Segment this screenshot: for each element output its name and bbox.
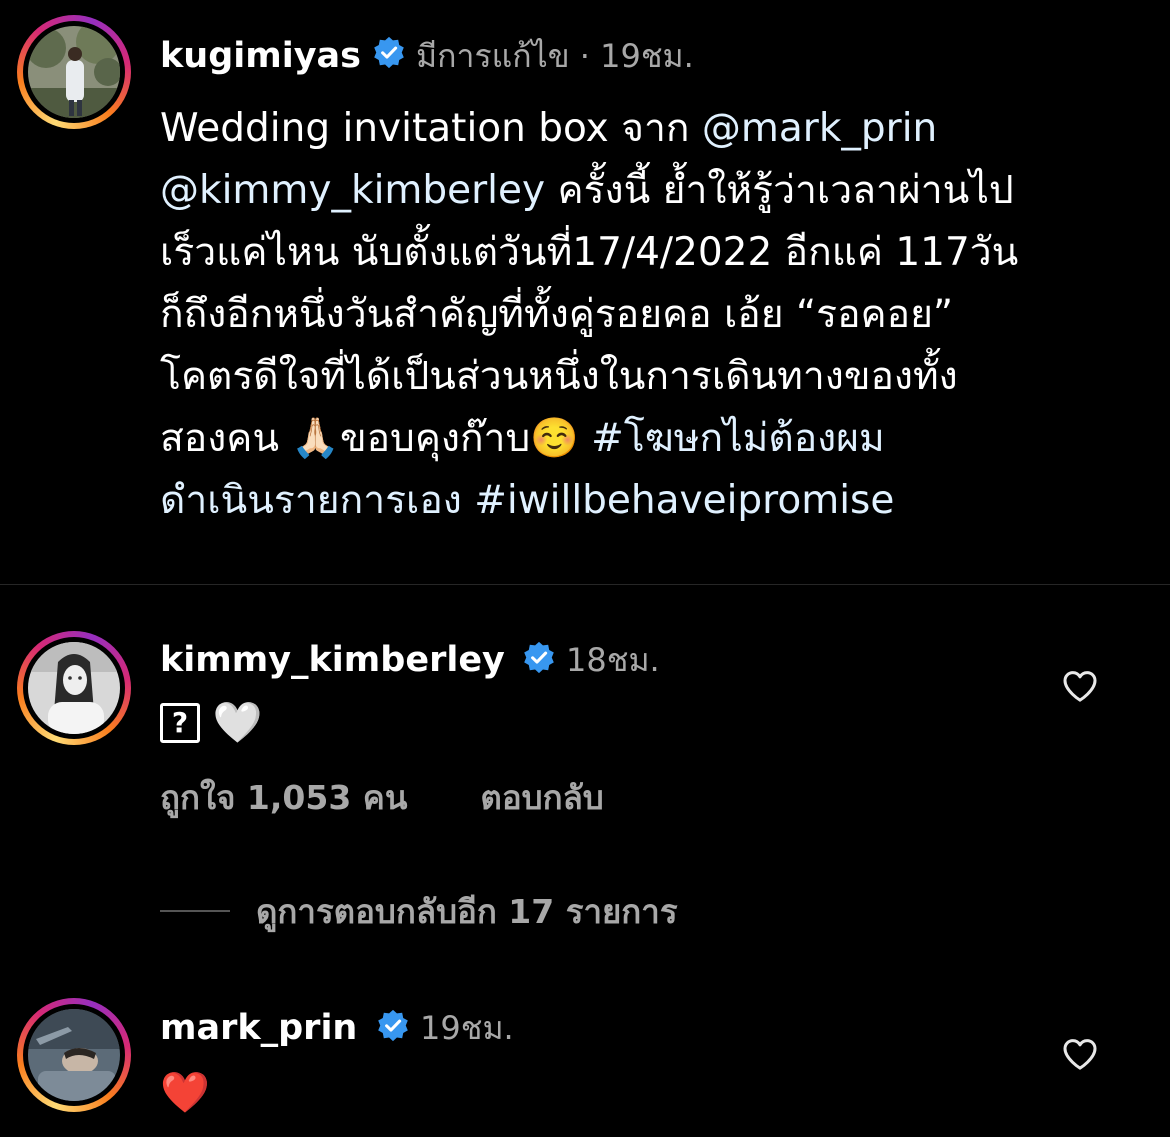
caption-text: ครั้งนี้ ย้ำให้รู้ว่าเวลาผ่านไป bbox=[545, 168, 1014, 213]
comment-text: ❤️ bbox=[160, 1064, 210, 1120]
hashtag-link[interactable]: #โฆษกไม่ต้องผม bbox=[591, 416, 885, 461]
hashtag-link[interactable]: ดำเนินรายการเอง bbox=[160, 478, 474, 523]
caption-text: สองคน 🙏🏻ขอบคุงก๊าบ☺️ bbox=[160, 416, 592, 461]
caption-text: ก็ถึงอีกหนึ่งวันสำคัญที่ทั้งคู่รอยคอ เอ้… bbox=[160, 292, 954, 337]
commenter-avatar-photo bbox=[28, 642, 120, 734]
meta-separator: · bbox=[579, 37, 590, 75]
commenter-avatar[interactable] bbox=[17, 998, 131, 1112]
verified-badge-icon bbox=[378, 1009, 408, 1042]
view-replies-label: ดูการตอบกลับอีก 17 รายการ bbox=[256, 891, 678, 931]
likes-count[interactable]: ถูกใจ 1,053 คน bbox=[160, 778, 407, 817]
caption-line: สองคน 🙏🏻ขอบคุงก๊าบ☺️ #โฆษกไม่ต้องผม bbox=[160, 408, 1140, 470]
mention-link[interactable]: @mark_prin bbox=[702, 106, 937, 151]
post-caption: Wedding invitation box จาก @mark_prin @ki… bbox=[160, 98, 1140, 532]
caption-line: ก็ถึงอีกหนึ่งวันสำคัญที่ทั้งคู่รอยคอ เอ้… bbox=[160, 284, 1140, 346]
comment-time: 19ชม. bbox=[420, 1009, 514, 1047]
author-username[interactable]: kugimiyas bbox=[160, 34, 361, 78]
unsupported-emoji-box: ? bbox=[160, 703, 200, 743]
post-time: 19ชม. bbox=[600, 37, 694, 75]
view-replies-button[interactable]: ดูการตอบกลับอีก 17 รายการ bbox=[160, 888, 678, 934]
comment-username[interactable]: kimmy_kimberley bbox=[160, 638, 505, 682]
comment-time: 18ชม. bbox=[566, 641, 660, 679]
red-heart-emoji: ❤️ bbox=[160, 1070, 210, 1116]
reply-button[interactable]: ตอบกลับ bbox=[480, 778, 603, 817]
caption-line: เร็วแค่ไหน นับตั้งแต่วันที่17/4/2022 อีก… bbox=[160, 222, 1140, 284]
mention-link[interactable]: @kimmy_kimberley bbox=[160, 168, 545, 213]
caption-line: Wedding invitation box จาก @mark_prin bbox=[160, 98, 1140, 160]
section-divider bbox=[0, 584, 1170, 585]
verified-badge-icon bbox=[524, 641, 554, 674]
commenter-avatar-photo bbox=[28, 1009, 120, 1101]
caption-line: @kimmy_kimberley ครั้งนี้ ย้ำให้รู้ว่าเว… bbox=[160, 160, 1140, 222]
author-avatar-photo bbox=[28, 26, 120, 118]
comment-text: ? 🤍 bbox=[160, 694, 263, 750]
replies-rule bbox=[160, 910, 230, 912]
hashtag-link[interactable]: #iwillbehaveipromise bbox=[474, 478, 894, 523]
caption-text: โคตรดีใจที่ได้เป็นส่วนหนึ่งในการเดินทางข… bbox=[160, 354, 958, 399]
caption-line: ดำเนินรายการเอง #iwillbehaveipromise bbox=[160, 470, 1140, 532]
verified-badge-icon bbox=[374, 36, 404, 69]
caption-text: เร็วแค่ไหน นับตั้งแต่วันที่17/4/2022 อีก… bbox=[160, 230, 1019, 275]
commenter-avatar[interactable] bbox=[17, 631, 131, 745]
white-heart-emoji: 🤍 bbox=[212, 700, 263, 746]
heart-outline-icon[interactable] bbox=[1060, 1034, 1100, 1074]
comment-actions: ถูกใจ 1,053 คน ตอบกลับ bbox=[160, 776, 604, 820]
heart-outline-icon[interactable] bbox=[1060, 666, 1100, 706]
author-avatar[interactable] bbox=[17, 15, 131, 129]
post-meta: มีการแก้ไข · 19ชม. bbox=[416, 34, 694, 78]
caption-line: โคตรดีใจที่ได้เป็นส่วนหนึ่งในการเดินทางข… bbox=[160, 346, 1140, 408]
caption-text: Wedding invitation box จาก bbox=[160, 106, 702, 151]
comment-username[interactable]: mark_prin bbox=[160, 1006, 357, 1050]
edited-label: มีการแก้ไข bbox=[416, 37, 570, 75]
